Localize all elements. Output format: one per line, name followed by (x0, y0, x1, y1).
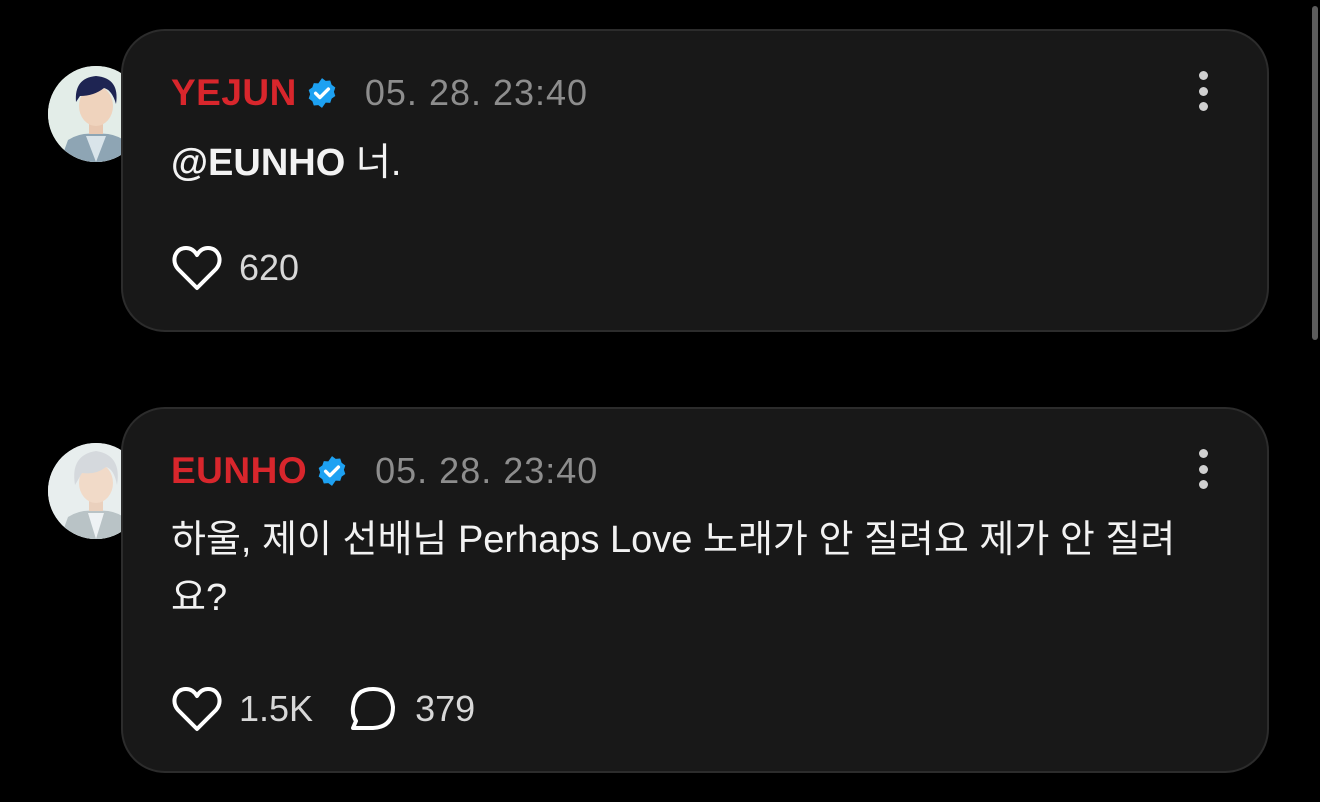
scrollbar[interactable] (1310, 0, 1320, 345)
more-options-icon[interactable] (1195, 449, 1211, 489)
like-button[interactable]: 620 (171, 244, 299, 292)
reply-count: 379 (415, 688, 476, 729)
post-timestamp: 05. 28. 23:40 (375, 450, 599, 491)
scrollbar-thumb[interactable] (1312, 6, 1318, 340)
comment-icon (350, 687, 396, 730)
post-header: YEJUN 05. 28. 23:40 (171, 71, 588, 115)
post-text: 하울, 제이 선배님 Perhaps Love 노래가 안 질려요 제가 안 질… (171, 519, 1176, 619)
more-options-icon[interactable] (1195, 71, 1211, 111)
post-text: @EUNHO 너. (171, 134, 401, 192)
post-card-yejun: YEJUN 05. 28. 23:40 @EUNHO 너. 620 (121, 29, 1269, 332)
author-name[interactable]: YEJUN (171, 72, 297, 114)
like-button[interactable]: 1.5K (171, 685, 313, 733)
post-text-content: 너. (345, 142, 402, 184)
verified-badge-icon (318, 456, 346, 486)
like-count: 1.5K (239, 688, 314, 729)
heart-icon (172, 687, 222, 731)
heart-icon (172, 246, 222, 290)
post-actions: 620 (171, 244, 333, 292)
mention-link[interactable]: @EUNHO (171, 142, 345, 184)
post-header: EUNHO 05. 28. 23:40 (171, 449, 598, 493)
post-timestamp: 05. 28. 23:40 (364, 72, 589, 113)
like-count: 620 (239, 247, 300, 288)
author-name[interactable]: EUNHO (171, 450, 307, 492)
post-actions: 1.5K 379 (171, 685, 509, 733)
reply-button[interactable]: 379 (347, 685, 475, 733)
post-card-eunho: EUNHO 05. 28. 23:40 하울, 제이 선배님 Perhaps L… (121, 407, 1269, 773)
verified-badge-icon (308, 78, 336, 108)
